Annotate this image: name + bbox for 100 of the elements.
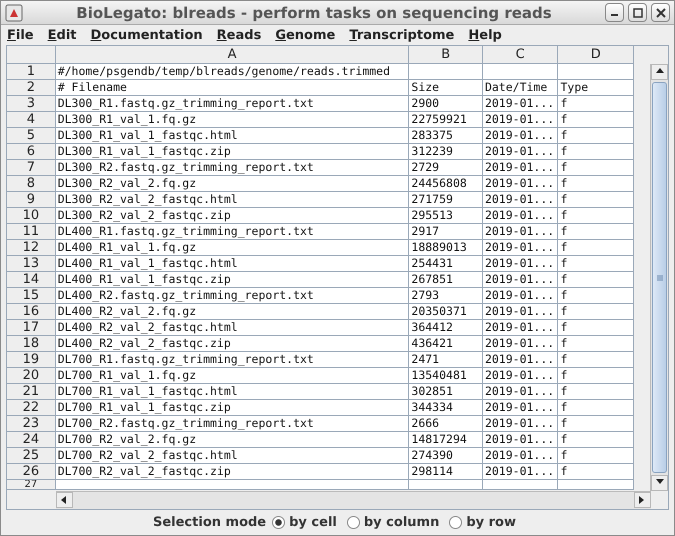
table-cell[interactable]: 436421 <box>409 336 483 352</box>
table-cell[interactable]: 2019-01... <box>482 464 558 480</box>
table-cell[interactable]: 298114 <box>409 464 483 480</box>
table-cell[interactable]: 283375 <box>409 128 483 144</box>
row-header[interactable]: 4 <box>7 112 56 128</box>
table-cell[interactable]: 2019-01... <box>482 304 558 320</box>
row-header[interactable]: 20 <box>7 368 56 384</box>
table-cell[interactable]: DL400_R2_val_2_fastqc.html <box>56 320 410 336</box>
table-cell[interactable]: 2019-01... <box>482 208 558 224</box>
row-header[interactable]: 7 <box>7 160 56 176</box>
radio-option[interactable]: by column <box>346 515 440 530</box>
table-cell[interactable]: 14817294 <box>409 432 483 448</box>
table-cell[interactable]: 2019-01... <box>482 112 558 128</box>
table-cell[interactable]: 2019-01... <box>482 352 558 368</box>
row-header[interactable]: 14 <box>7 272 56 288</box>
table-cell[interactable]: 2019-01... <box>482 288 558 304</box>
horizontal-scrollbar[interactable] <box>56 491 651 509</box>
table-cell[interactable]: 18889013 <box>409 240 483 256</box>
table-cell[interactable]: 2019-01... <box>482 320 558 336</box>
row-header[interactable]: 10 <box>7 208 56 224</box>
row-header[interactable]: 16 <box>7 304 56 320</box>
table-cell[interactable]: DL300_R1_val_1.fq.gz <box>56 112 410 128</box>
table-cell[interactable]: 2019-01... <box>482 336 558 352</box>
table-cell[interactable]: DL300_R2_val_2.fq.gz <box>56 176 410 192</box>
table-cell[interactable]: Type <box>558 80 634 96</box>
scroll-right-button[interactable] <box>634 492 651 508</box>
table-cell[interactable]: 271759 <box>409 192 483 208</box>
scroll-left-button[interactable] <box>56 492 73 508</box>
table-cell[interactable]: 2793 <box>409 288 483 304</box>
row-header[interactable]: 19 <box>7 352 56 368</box>
table-cell[interactable]: f <box>558 352 634 368</box>
table-cell[interactable]: 2019-01... <box>482 160 558 176</box>
table-cell[interactable]: 2019-01... <box>482 416 558 432</box>
table-cell[interactable]: DL300_R1_val_1_fastqc.html <box>56 128 410 144</box>
table-cell[interactable]: 13540481 <box>409 368 483 384</box>
table-cell[interactable]: 2917 <box>409 224 483 240</box>
table-cell[interactable]: DL300_R1_val_1_fastqc.zip <box>56 144 410 160</box>
table-cell[interactable]: 312239 <box>409 144 483 160</box>
table-cell[interactable]: DL700_R2_val_2.fq.gz <box>56 432 410 448</box>
table-cell[interactable]: DL300_R1.fastq.gz_trimming_report.txt <box>56 96 410 112</box>
minimize-button[interactable] <box>605 3 624 22</box>
table-cell[interactable]: 2019-01... <box>482 448 558 464</box>
table-cell[interactable]: DL300_R2_val_2_fastqc.zip <box>56 208 410 224</box>
radio-icon[interactable] <box>272 516 286 529</box>
menu-item[interactable]: Reads <box>216 28 262 42</box>
table-cell[interactable]: 2019-01... <box>482 192 558 208</box>
table-cell[interactable]: DL400_R1.fastq.gz_trimming_report.txt <box>56 224 410 240</box>
scrollbar-thumb[interactable] <box>652 82 667 473</box>
row-header[interactable]: 12 <box>7 240 56 256</box>
table-cell[interactable]: 2019-01... <box>482 256 558 272</box>
table-cell[interactable]: 24456808 <box>409 176 483 192</box>
table-cell[interactable]: DL400_R2_val_2_fastqc.zip <box>56 336 410 352</box>
table-cell[interactable]: DL300_R2.fastq.gz_trimming_report.txt <box>56 160 410 176</box>
table-cell[interactable]: DL400_R1_val_1.fq.gz <box>56 240 410 256</box>
scroll-up-button[interactable] <box>651 64 668 80</box>
table-cell[interactable]: DL700_R2.fastq.gz_trimming_report.txt <box>56 416 410 432</box>
table-cell[interactable]: 295513 <box>409 208 483 224</box>
table-cell[interactable]: DL700_R1.fastq.gz_trimming_report.txt <box>56 352 410 368</box>
row-header[interactable]: 17 <box>7 320 56 336</box>
table-cell[interactable]: f <box>558 112 634 128</box>
column-header[interactable]: D <box>558 46 634 64</box>
table-cell[interactable]: 274390 <box>409 448 483 464</box>
table-cell[interactable]: DL700_R1_val_1_fastqc.zip <box>56 400 410 416</box>
table-cell[interactable]: 2019-01... <box>482 240 558 256</box>
row-header[interactable]: 6 <box>7 144 56 160</box>
table-cell[interactable]: f <box>558 448 634 464</box>
row-header[interactable]: 2 <box>7 80 56 96</box>
row-header[interactable]: 8 <box>7 176 56 192</box>
table-cell[interactable]: 2019-01... <box>482 272 558 288</box>
table-cell[interactable]: f <box>558 288 634 304</box>
row-header[interactable]: 5 <box>7 128 56 144</box>
maximize-button[interactable] <box>628 3 647 22</box>
scroll-down-button[interactable] <box>651 475 668 491</box>
table-cell[interactable]: f <box>558 256 634 272</box>
table-cell[interactable]: 2019-01... <box>482 96 558 112</box>
table-cell[interactable]: f <box>558 224 634 240</box>
menu-item[interactable]: Help <box>468 28 502 42</box>
table-cell[interactable]: f <box>558 208 634 224</box>
table-cell[interactable]: f <box>558 400 634 416</box>
table-cell[interactable]: DL700_R2_val_2_fastqc.zip <box>56 464 410 480</box>
table-cell[interactable]: DL700_R1_val_1.fq.gz <box>56 368 410 384</box>
row-header[interactable]: 13 <box>7 256 56 272</box>
table-cell[interactable]: 2019-01... <box>482 368 558 384</box>
table-cell[interactable]: 2019-01... <box>482 224 558 240</box>
table-cell[interactable]: f <box>558 272 634 288</box>
row-header[interactable]: 24 <box>7 432 56 448</box>
row-header[interactable]: 18 <box>7 336 56 352</box>
table-cell[interactable]: f <box>558 128 634 144</box>
table-cell[interactable]: 2019-01... <box>482 432 558 448</box>
row-header[interactable]: 25 <box>7 448 56 464</box>
table-cell[interactable]: 2019-01... <box>482 384 558 400</box>
table-cell[interactable]: 254431 <box>409 256 483 272</box>
table-cell[interactable]: #/home/psgendb/temp/blreads/genome/reads.trimmed <box>56 64 410 80</box>
table-cell[interactable]: DL400_R1_val_1_fastqc.html <box>56 256 410 272</box>
row-header[interactable]: 3 <box>7 96 56 112</box>
row-header[interactable]: 11 <box>7 224 56 240</box>
menu-item[interactable]: Transcriptome <box>349 28 454 42</box>
column-header[interactable]: C <box>482 46 558 64</box>
table-cell[interactable]: 2019-01... <box>482 128 558 144</box>
radio-icon[interactable] <box>449 516 462 529</box>
